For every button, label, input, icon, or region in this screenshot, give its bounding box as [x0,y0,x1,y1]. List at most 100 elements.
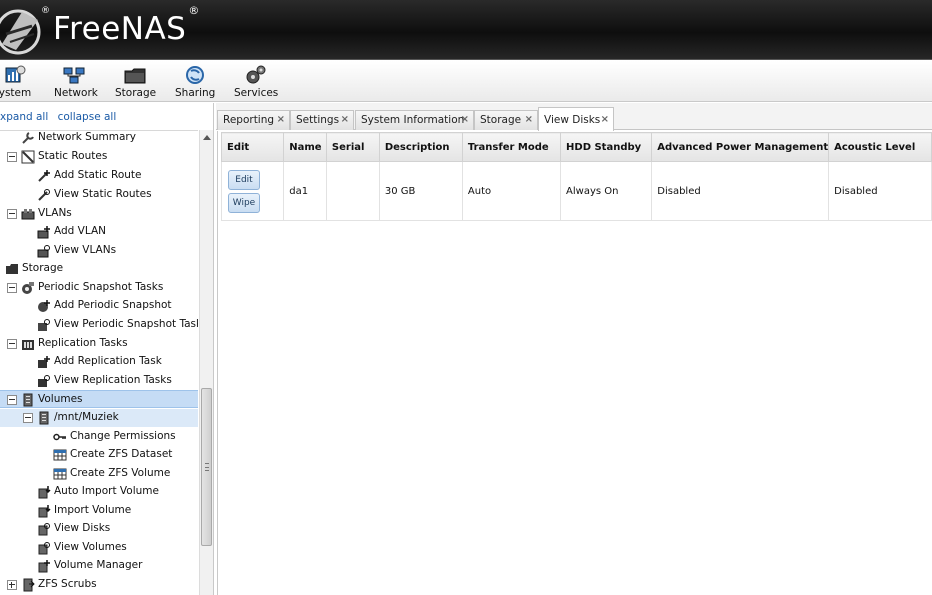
table-header-row: Edit Name Serial Description Transfer Mo… [220,132,932,162]
close-icon[interactable]: × [461,114,469,125]
column-header-transfer-mode[interactable]: Transfer Mode [461,132,562,162]
scrollbar-thumb[interactable] [201,388,212,546]
tab-system-information[interactable]: System Information × [355,110,474,130]
tree-item-create-zfs-dataset[interactable]: Create ZFS Dataset [0,446,198,464]
tree-item-add-vlan[interactable]: Add VLAN [0,223,198,241]
navigation-sidebar: xpand all collapse all Network Summary S… [0,103,214,595]
routes-icon [21,150,35,164]
column-header-serial[interactable]: Serial [325,132,380,162]
collapse-toggle-icon[interactable] [23,413,33,423]
expand-all-link[interactable]: xpand all [0,111,48,123]
tree-item-vlans[interactable]: VLANs [0,205,198,223]
wipe-button[interactable]: Wipe [228,192,260,213]
toolbar-sharing-label: Sharing [175,87,216,99]
toolbar-system-button[interactable]: ystem [0,65,32,99]
column-header-hdd-standby[interactable]: HDD Standby [560,132,653,162]
collapse-toggle-icon[interactable] [7,339,17,349]
close-icon[interactable]: × [277,114,285,125]
table-row: Edit Wipe da1 30 GB Auto Always On Disab… [220,161,932,221]
tree-item-add-replication-task[interactable]: Add Replication Task [0,353,198,371]
tab-settings[interactable]: Settings × [290,110,354,130]
tree-item-storage[interactable]: Storage [0,260,198,278]
collapse-all-link[interactable]: collapse all [58,111,117,123]
expand-toggle-icon[interactable] [7,580,17,590]
toolbar-sharing-button[interactable]: Sharing [175,65,215,99]
edit-button[interactable]: Edit [228,169,260,190]
services-icon [246,65,266,84]
view-replication-icon [38,375,50,387]
tab-reporting[interactable]: Reporting × [217,110,290,130]
toolbar-services-button[interactable]: Services [234,65,278,99]
tab-storage[interactable]: Storage × [474,110,538,130]
tab-bar: Reporting × Settings × System Informatio… [216,103,932,131]
tree-item-view-vlans[interactable]: View VLANs [0,242,198,260]
tree-item-auto-import-volume[interactable]: Auto Import Volume [0,483,198,501]
zvol-table-icon [53,468,67,480]
view-disks-icon [38,523,50,536]
column-header-name[interactable]: Name [283,132,327,162]
view-volumes-icon [38,542,50,555]
tree-item-view-periodic-snapshot-tasks[interactable]: View Periodic Snapshot Tasks [0,316,198,334]
replication-icon [22,340,34,350]
column-header-acoustic-level[interactable]: Acoustic Level [828,132,932,162]
collapse-toggle-icon[interactable] [7,395,17,405]
import-icon [38,505,51,518]
close-icon[interactable]: × [601,114,609,125]
tree-item-replication-tasks[interactable]: Replication Tasks [0,335,198,353]
close-icon[interactable]: × [341,114,349,125]
collapse-toggle-icon[interactable] [7,152,17,162]
toolbar-storage-button[interactable]: Storage [115,65,157,99]
disk-name-cell: da1 [283,161,327,221]
tree-controls: xpand all collapse all [0,111,116,123]
tree-item-create-zfs-volume[interactable]: Create ZFS Volume [0,465,198,483]
brand-title: FreeNAS® [53,3,200,47]
logo-registered-mark: ® [41,6,50,16]
toolbar-network-button[interactable]: Network [54,65,98,99]
sidebar-scrollbar[interactable] [199,130,213,595]
key-icon [53,433,66,441]
disk-description-cell: 30 GB [378,161,463,221]
add-replication-icon [38,356,50,368]
tree-item-static-routes[interactable]: Static Routes [0,148,198,166]
navigation-tree: Network Summary Static Routes Add Static… [0,130,198,595]
tree-item-network-summary[interactable]: Network Summary [0,131,198,147]
view-vlans-icon [37,245,50,258]
toolbar-storage-label: Storage [115,87,157,99]
disk-transfer-mode-cell: Auto [461,161,562,221]
tree-item-zfs-scrubs[interactable]: ZFS Scrubs [0,576,198,594]
tree-item-view-disks[interactable]: View Disks [0,520,198,538]
column-header-edit[interactable]: Edit [220,132,285,162]
network-icon [63,67,85,84]
tree-item-add-static-route[interactable]: Add Static Route [0,167,198,185]
view-disks-panel: Edit Name Serial Description Transfer Mo… [217,131,932,595]
tree-item-view-static-routes[interactable]: View Static Routes [0,186,198,204]
tree-item-change-permissions[interactable]: Change Permissions [0,428,198,446]
column-header-description[interactable]: Description [378,132,463,162]
snapshot-icon [22,282,34,294]
tree-item-view-replication-tasks[interactable]: View Replication Tasks [0,372,198,390]
tree-item-mnt-muziek[interactable]: /mnt/Muziek [0,409,198,427]
view-routes-icon [38,189,50,201]
tree-item-volumes[interactable]: Volumes [0,390,198,408]
tree-item-add-periodic-snapshot[interactable]: Add Periodic Snapshot [0,297,198,315]
collapse-toggle-icon[interactable] [7,209,17,219]
tab-view-disks[interactable]: View Disks × [538,107,614,131]
add-route-icon [38,170,50,182]
collapse-toggle-icon[interactable] [7,283,17,293]
system-icon [5,65,26,83]
close-icon[interactable]: × [525,114,533,125]
column-header-apm[interactable]: Advanced Power Management [651,132,830,162]
volume-icon [23,393,33,407]
toolbar-network-label: Network [54,87,98,99]
toolbar-services-label: Services [234,87,279,99]
scrub-icon [23,578,35,592]
storage-icon [124,68,146,84]
scroll-up-arrow-icon[interactable] [203,135,211,140]
wrench-icon [22,132,34,144]
auto-import-icon [38,486,51,499]
tree-item-volume-manager[interactable]: Volume Manager [0,557,198,575]
tree-item-periodic-snapshot-tasks[interactable]: Periodic Snapshot Tasks [0,279,198,297]
app-header: ® FreeNAS® [0,0,932,60]
tree-item-view-volumes[interactable]: View Volumes [0,539,198,557]
tree-item-import-volume[interactable]: Import Volume [0,502,198,520]
